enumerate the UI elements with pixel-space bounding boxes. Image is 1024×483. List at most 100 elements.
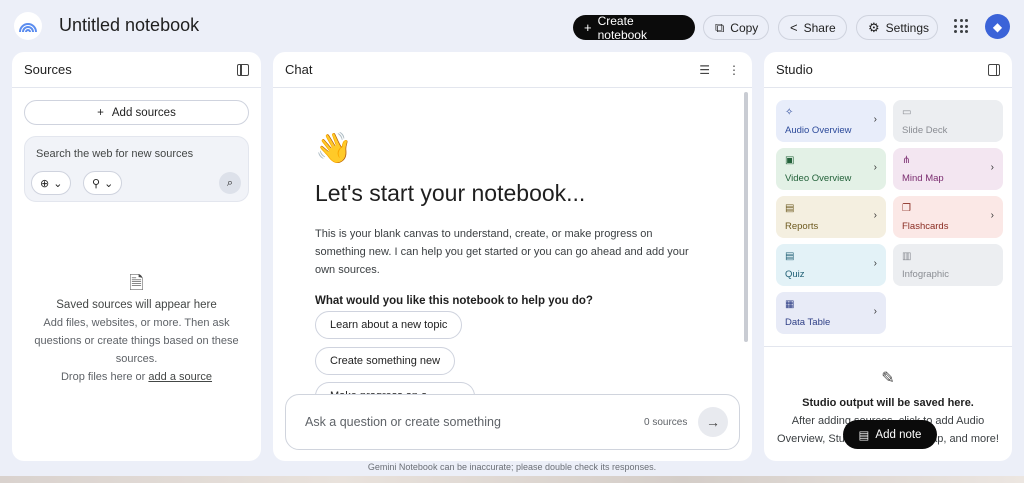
infographic-tile[interactable]: ▥ Infographic [893,244,1003,286]
sources-panel: Sources + Add sources Search the web for… [12,52,261,461]
chevron-right-icon: › [990,210,994,221]
app-header: Untitled notebook + Create notebook ⧉ Co… [0,0,1024,52]
mind-map-tile[interactable]: ⋔ Mind Map › [893,148,1003,190]
more-vert-icon[interactable]: ⋮ [728,63,740,77]
add-note-button[interactable]: ▤ Add note [843,420,937,449]
studio-header: Studio [764,52,1012,88]
tile-label: Slide Deck [902,125,948,136]
magic-wand-icon: ✎ [881,370,895,387]
web-search-card: Search the web for new sources ⊕ ⌄ ⚲ ⌄ ⌕ [24,136,249,202]
infographic-icon: ▥ [902,251,912,262]
chevron-right-icon: › [873,210,877,221]
chevron-right-icon: › [873,162,877,173]
quiz-icon: ▤ [785,251,795,262]
tile-label: Infographic [902,269,950,280]
tile-label: Data Table [785,317,831,328]
sources-title: Sources [24,62,72,77]
add-source-link[interactable]: add a source [148,371,212,383]
divider [764,346,1012,347]
share-icon: < [790,20,798,35]
share-label: Share [803,20,836,35]
web-search-input[interactable]: Search the web for new sources [36,148,193,160]
chevron-right-icon: › [873,258,877,269]
studio-empty-title: Studio output will be saved here. [802,397,974,409]
copy-label: Copy [730,20,759,35]
chevron-right-icon: › [990,162,994,173]
search-icon: ⌕ [226,176,234,189]
mind-map-icon: ⋔ [902,155,911,166]
add-sources-button[interactable]: + Add sources [24,100,249,125]
plus-icon: + [97,106,104,119]
chat-input[interactable]: Ask a question or create something 0 sou… [285,394,740,450]
arrow-right-icon: → [706,414,720,430]
suggestion-chip[interactable]: Create something new [315,347,456,375]
document-icon: 🗎 [129,273,144,293]
settings-button[interactable]: ⚙ Settings [856,15,938,40]
tile-label: Flashcards [902,221,949,232]
add-sources-label: Add sources [111,106,176,119]
table-icon: ▦ [785,299,795,310]
tune-icon[interactable]: ☰ [699,63,710,77]
avatar[interactable]: ◆ [985,14,1010,39]
chat-welcome: 👋 Let's start your notebook... This is y… [315,132,715,308]
tile-label: Reports [785,221,819,232]
chevron-down-icon: ⌄ [53,177,63,190]
research-mode-dropdown[interactable]: ⚲ ⌄ [83,171,123,195]
taskbar-strip [0,476,1024,483]
app-logo-icon[interactable] [14,12,42,40]
notebook-title[interactable]: Untitled notebook [59,15,199,36]
add-note-label: Add note [875,428,922,441]
waving-hand-icon: 👋 [315,132,353,165]
drop-files-text: Drop files here or add a source [12,368,261,386]
chat-scrollbar[interactable] [744,92,748,342]
sources-header: Sources [12,52,261,88]
audio-icon: ✧ [785,107,794,118]
web-source-dropdown[interactable]: ⊕ ⌄ [31,171,72,195]
chat-panel: Chat ☰ ⋮ 👋 Let's start your notebook... … [273,52,752,461]
footer-disclaimer: Gemini Notebook can be inaccurate; pleas… [367,462,657,472]
settings-label: Settings [885,20,930,35]
search-submit-button[interactable]: ⌕ [219,172,241,194]
apps-grid-icon[interactable] [954,19,968,33]
flashcards-icon: ❐ [902,203,911,214]
send-button[interactable]: → [698,407,728,437]
slide-deck-tile[interactable]: ▭ Slide Deck [893,100,1003,142]
sparkle-search-icon: ⚲ [92,177,101,190]
note-icon: ▤ [858,429,870,442]
chat-description: This is your blank canvas to understand,… [315,228,689,276]
plus-icon: + [584,20,592,35]
tile-label: Audio Overview [785,125,852,136]
suggestion-chip[interactable]: Learn about a new topic [315,311,463,339]
sources-empty-desc: Add files, websites, or more. Then ask q… [34,317,239,365]
tile-label: Mind Map [902,173,944,184]
gear-icon: ⚙ [868,20,880,35]
studio-title: Studio [776,62,813,77]
collapse-panel-icon[interactable] [988,63,1000,76]
chat-title: Chat [285,62,313,77]
slides-icon: ▭ [902,107,912,118]
chat-header: Chat ☰ ⋮ [273,52,752,88]
reports-tile[interactable]: ▤ Reports › [776,196,886,238]
chat-question: What would you like this notebook to hel… [315,295,593,307]
chat-input-placeholder: Ask a question or create something [305,415,501,429]
sources-empty-title: Saved sources will appear here [56,299,217,311]
globe-icon: ⊕ [40,177,50,190]
video-icon: ▣ [785,155,795,166]
audio-overview-tile[interactable]: ✧ Audio Overview › [776,100,886,142]
quiz-tile[interactable]: ▤ Quiz › [776,244,886,286]
video-overview-tile[interactable]: ▣ Video Overview › [776,148,886,190]
tile-label: Quiz [785,269,805,280]
chevron-right-icon: › [873,306,877,317]
chat-heading: Let's start your notebook... [315,180,586,206]
create-notebook-label: Create notebook [597,13,647,42]
avatar-glyph-icon: ◆ [992,19,1003,34]
data-table-tile[interactable]: ▦ Data Table › [776,292,886,334]
flashcards-tile[interactable]: ❐ Flashcards › [893,196,1003,238]
share-button[interactable]: < Share [778,15,847,40]
copy-button[interactable]: ⧉ Copy [703,15,769,40]
chevron-down-icon: ⌄ [104,177,114,190]
copy-icon: ⧉ [715,20,725,35]
drop-files-prefix: Drop files here or [60,371,149,383]
create-notebook-button[interactable]: + Create notebook [573,13,695,42]
collapse-panel-icon[interactable] [237,63,249,76]
